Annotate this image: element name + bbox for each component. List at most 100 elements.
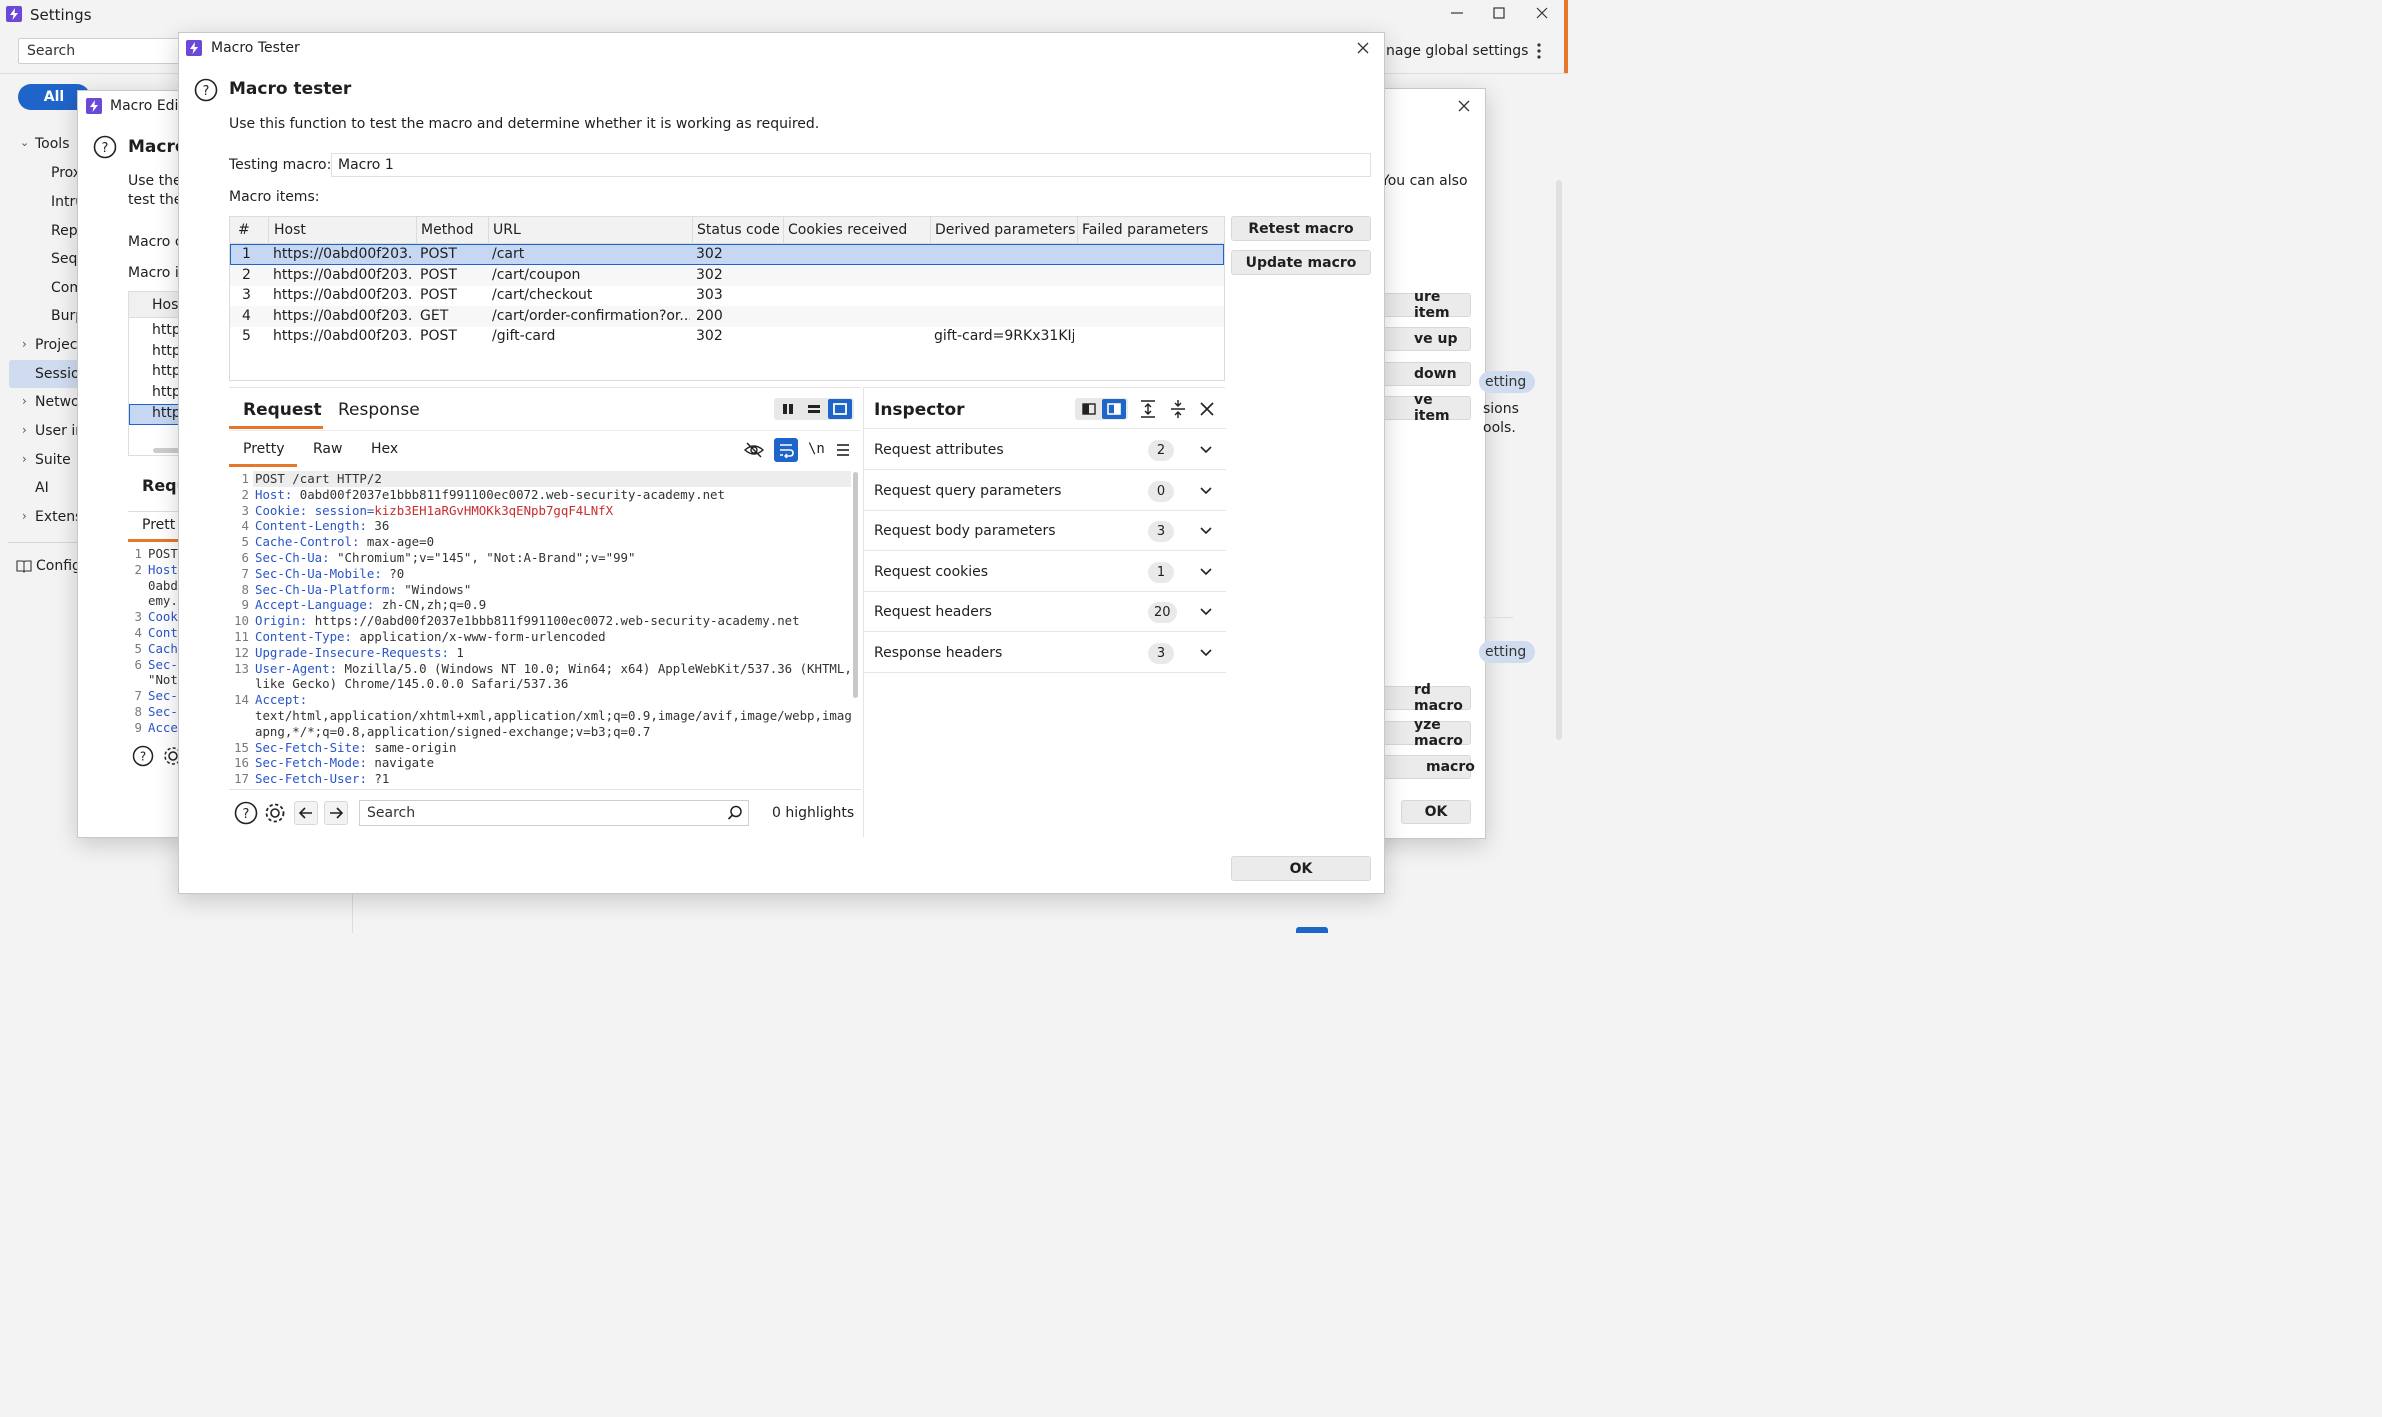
macro-editor-help-icon[interactable]: ? (93, 135, 117, 159)
table-row[interactable]: 4 https://0abd00f203... GET/cart/order-con… (230, 305, 1224, 327)
remove-item-button[interactable]: ve item (1371, 392, 1471, 424)
inspector-close-icon[interactable] (1196, 398, 1218, 420)
extensions-expander-icon: › (22, 509, 27, 523)
testing-macro-field: Macro 1 (331, 153, 1371, 177)
analyze-macro-button[interactable]: yze macro (1371, 717, 1471, 749)
code-editor-scrollbar[interactable] (853, 472, 858, 698)
sidebar-item-tools[interactable]: Tools (35, 136, 70, 152)
macro-editor-pretty-tab[interactable]: Prett (142, 517, 175, 533)
column-header-method[interactable]: Method (416, 217, 488, 244)
row-host-cell: https://0abd00f203... (273, 266, 413, 283)
update-macro-button[interactable]: Update macro (1231, 250, 1371, 275)
tabs-layout-icon[interactable] (828, 399, 852, 419)
raw-tab[interactable]: Raw (303, 433, 353, 467)
table-row[interactable]: http (152, 363, 181, 379)
code-line: text/html,application/xhtml+xml,applicat… (229, 708, 851, 724)
header-separator: : (359, 739, 375, 755)
column-header-failed-parameters[interactable]: Failed parameters (1077, 217, 1224, 244)
record-macro-button[interactable]: rd macro (1371, 682, 1471, 714)
sidebar-item-extensions[interactable]: Extens (35, 509, 82, 525)
column-header-number[interactable]: # (238, 217, 268, 244)
table-row[interactable]: 3 https://0abd00f203... POST/cart/checkout… (230, 285, 1224, 306)
column-header-url[interactable]: URL (488, 217, 692, 244)
inspector-collapsed-layout-icon[interactable] (1078, 401, 1100, 417)
inspector-sections: Request attributes 2 Request query paramet… (864, 430, 1226, 680)
row-number-cell: 3 (242, 287, 251, 304)
sidebar-item-suite[interactable]: Suite (35, 452, 71, 468)
column-header-derived-parameters[interactable]: Derived parameters (930, 217, 1077, 244)
sidebar-item-sessions[interactable]: Sessio (9, 360, 80, 388)
table-row[interactable]: http (152, 322, 181, 338)
macro-editor-bottom-help-icon[interactable]: ? (132, 745, 154, 767)
request-code-editor[interactable]: 1 POST /cart HTTP/2 2 Host: 0abd00f2037e1bb… (229, 471, 851, 789)
header-name: Origin (255, 613, 300, 629)
more-options-icon[interactable] (1532, 41, 1546, 61)
editor-menu-icon[interactable] (833, 440, 853, 460)
response-tab-label: Response (338, 400, 420, 420)
manage-global-settings-link[interactable]: nage global settings (1386, 43, 1528, 59)
macro-tester-close-icon[interactable] (1354, 39, 1372, 57)
row-method-cell: POST (420, 328, 457, 345)
bottom-settings-gear-icon[interactable] (263, 801, 287, 825)
test-macro-button[interactable]: macro (1371, 755, 1475, 779)
request-tab[interactable]: Request (229, 390, 323, 429)
code-line: 13 User-Agent: Mozilla/5.0 (Windows NT 10… (229, 661, 851, 677)
configure-item-button[interactable]: ure item (1371, 289, 1471, 321)
side-by-side-layout-icon[interactable] (777, 401, 799, 417)
hide-nonprintable-icon[interactable] (743, 439, 765, 461)
show-newlines-toggle[interactable]: \n (808, 441, 825, 457)
sidebar-item-repeater[interactable]: Rep (51, 223, 78, 239)
sidebar-item-ai[interactable]: AI (35, 480, 49, 496)
response-tab[interactable]: Response (327, 390, 423, 428)
expand-all-icon[interactable] (1137, 398, 1159, 420)
word-wrap-icon[interactable] (774, 438, 798, 462)
column-header-status-code[interactable]: Status code (692, 217, 783, 244)
inspector-section[interactable]: Request body parameters 3 (864, 511, 1226, 551)
macro-tester-help-icon[interactable]: ? (194, 78, 218, 102)
column-header-host[interactable]: Host (268, 217, 408, 244)
inspector-section[interactable]: Request attributes 2 (864, 430, 1226, 470)
stacked-layout-icon[interactable] (803, 401, 825, 417)
tools-expander-icon: ⌄ (20, 136, 30, 149)
previous-match-button[interactable] (294, 801, 318, 825)
row-status-cell: 302 (696, 328, 723, 345)
table-row[interactable]: 1 https://0abd00f203... POST/cart 302 (230, 244, 1224, 265)
rule-editor-close-icon[interactable] (1455, 97, 1473, 115)
hex-tab[interactable]: Hex (361, 433, 411, 467)
retest-macro-button[interactable]: Retest macro (1231, 216, 1371, 241)
settings-search-input[interactable]: Search (18, 38, 183, 64)
request-search-input[interactable]: Search (359, 800, 749, 826)
table-row[interactable]: http (152, 405, 181, 421)
pretty-tab[interactable]: Pretty (229, 433, 297, 467)
row-status-cell: 303 (696, 287, 723, 304)
bottom-help-icon[interactable]: ? (234, 801, 258, 825)
sidebar-item-project[interactable]: Projec (35, 337, 77, 353)
sidebar-item-network[interactable]: Netwo (35, 394, 80, 410)
inspector-section[interactable]: Response headers 3 (864, 633, 1226, 673)
row-method-cell: GET (420, 307, 449, 324)
move-down-button[interactable]: down (1371, 362, 1471, 386)
column-header-cookies-received[interactable]: Cookies received (783, 217, 930, 244)
inspector-section[interactable]: Request cookies 1 (864, 552, 1226, 592)
collapse-all-icon[interactable] (1167, 398, 1189, 420)
next-match-button[interactable] (324, 801, 348, 825)
move-up-button[interactable]: ve up (1371, 327, 1471, 351)
macro-tester-ok-button[interactable]: OK (1231, 856, 1371, 881)
sidebar-item-user-interface[interactable]: User ir (35, 423, 81, 439)
sidebar-item-configuration-library[interactable]: Config (36, 558, 81, 574)
layout-toggle-group (774, 398, 854, 420)
minimize-icon[interactable] (1448, 4, 1466, 22)
table-row[interactable]: 2 https://0abd00f203... POST/cart/coupon 30… (230, 264, 1224, 286)
table-row[interactable]: http (152, 343, 181, 359)
sidebar-item-sequencer[interactable]: Seq (51, 251, 77, 267)
table-row[interactable]: 5 https://0abd00f203... POST/gift-card 302 g… (230, 326, 1224, 347)
setting-pill-2[interactable]: etting (1479, 641, 1535, 663)
inspector-section[interactable]: Request query parameters 0 (864, 471, 1226, 511)
inspector-section[interactable]: Request headers 20 (864, 592, 1226, 632)
window-close-icon[interactable] (1533, 4, 1551, 22)
setting-pill-1[interactable]: etting (1479, 371, 1535, 393)
rule-editor-ok-button[interactable]: OK (1401, 800, 1471, 824)
inspector-expanded-layout-icon[interactable] (1102, 399, 1126, 419)
table-row[interactable]: http (152, 384, 181, 400)
maximize-icon[interactable] (1490, 4, 1508, 22)
